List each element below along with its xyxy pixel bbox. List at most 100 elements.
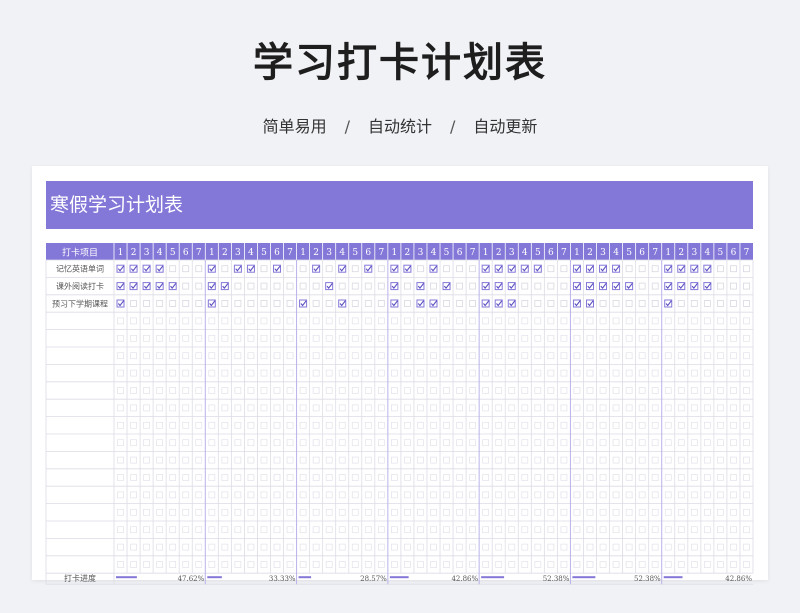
checkbox-empty[interactable] xyxy=(664,456,672,464)
checkbox-empty[interactable] xyxy=(247,387,255,394)
checkbox-empty[interactable] xyxy=(312,369,320,377)
checkbox-empty[interactable] xyxy=(443,404,450,412)
checkbox-empty[interactable] xyxy=(730,491,737,499)
checkbox-empty[interactable] xyxy=(508,474,516,481)
checkbox-empty[interactable] xyxy=(117,456,124,464)
checkbox-empty[interactable] xyxy=(443,334,450,342)
checkbox-empty[interactable] xyxy=(273,491,281,499)
checkbox-empty[interactable] xyxy=(716,300,724,307)
checkbox-empty[interactable] xyxy=(364,456,372,464)
checkbox-empty[interactable] xyxy=(625,265,633,273)
checkbox-empty[interactable] xyxy=(299,334,307,342)
checkbox-empty[interactable] xyxy=(625,526,633,534)
checkbox-empty[interactable] xyxy=(325,404,333,412)
checkbox-empty[interactable] xyxy=(443,352,450,360)
checkbox-empty[interactable] xyxy=(482,491,490,499)
checkbox-empty[interactable] xyxy=(143,300,151,307)
checkbox-empty[interactable] xyxy=(599,543,607,551)
checkbox-empty[interactable] xyxy=(208,352,216,360)
checkbox-empty[interactable] xyxy=(521,300,529,307)
checkbox-empty[interactable] xyxy=(482,334,490,342)
checkbox-empty[interactable] xyxy=(208,491,216,499)
checkbox-empty[interactable] xyxy=(195,561,203,568)
checkbox-empty[interactable] xyxy=(260,491,268,499)
checkbox-empty[interactable] xyxy=(364,387,372,394)
checkbox-empty[interactable] xyxy=(508,421,516,429)
checkbox-empty[interactable] xyxy=(743,421,750,429)
checkbox-empty[interactable] xyxy=(547,334,555,342)
checkbox-empty[interactable] xyxy=(638,439,646,447)
checkbox-empty[interactable] xyxy=(312,456,320,464)
checkbox-empty[interactable] xyxy=(625,561,633,568)
checkbox-empty[interactable] xyxy=(495,474,503,481)
checkbox-empty[interactable] xyxy=(456,352,463,360)
checkbox-empty[interactable] xyxy=(534,352,542,360)
checkbox-empty[interactable] xyxy=(456,421,463,429)
checkbox-empty[interactable] xyxy=(351,404,359,412)
checkbox-empty[interactable] xyxy=(377,474,385,481)
checkbox-empty[interactable] xyxy=(286,282,294,290)
checkbox-empty[interactable] xyxy=(364,491,372,499)
checkbox-empty[interactable] xyxy=(743,300,750,307)
checkbox-empty[interactable] xyxy=(612,352,620,360)
checkbox-empty[interactable] xyxy=(195,282,203,290)
checkbox-empty[interactable] xyxy=(651,317,659,325)
checkbox-empty[interactable] xyxy=(130,543,137,551)
checkbox-empty[interactable] xyxy=(534,421,542,429)
checkbox-empty[interactable] xyxy=(625,439,633,447)
checkbox-empty[interactable] xyxy=(704,317,711,325)
checkbox-empty[interactable] xyxy=(234,474,242,481)
checkbox-empty[interactable] xyxy=(743,265,750,273)
checkbox-empty[interactable] xyxy=(247,317,255,325)
checkbox-empty[interactable] xyxy=(143,526,150,534)
checkbox-empty[interactable] xyxy=(690,404,698,412)
checkbox-empty[interactable] xyxy=(430,404,437,412)
checkbox-empty[interactable] xyxy=(508,491,516,499)
checkbox-empty[interactable] xyxy=(156,439,163,447)
checkbox-empty[interactable] xyxy=(156,369,163,377)
checkbox-empty[interactable] xyxy=(247,526,255,534)
checkbox-empty[interactable] xyxy=(130,352,137,360)
checkbox-empty[interactable] xyxy=(625,387,633,394)
checkbox-empty[interactable] xyxy=(377,508,385,516)
checkbox-empty[interactable] xyxy=(690,526,698,534)
checkbox-empty[interactable] xyxy=(651,404,659,412)
checkbox-empty[interactable] xyxy=(521,317,529,325)
checkbox-empty[interactable] xyxy=(560,352,568,360)
checkbox-empty[interactable] xyxy=(651,352,659,360)
checkbox-empty[interactable] xyxy=(208,317,216,325)
checkbox-empty[interactable] xyxy=(664,369,672,377)
checkbox-empty[interactable] xyxy=(508,526,516,534)
checkbox-empty[interactable] xyxy=(704,561,711,568)
checkbox-empty[interactable] xyxy=(377,352,385,360)
checkbox-empty[interactable] xyxy=(717,456,724,464)
checkbox-empty[interactable] xyxy=(508,456,516,464)
checkbox-empty[interactable] xyxy=(482,369,490,377)
checkbox-empty[interactable] xyxy=(260,508,268,516)
checkbox-empty[interactable] xyxy=(195,317,203,325)
checkbox-empty[interactable] xyxy=(221,491,229,499)
checkbox-empty[interactable] xyxy=(182,369,190,377)
checkbox-empty[interactable] xyxy=(208,387,216,394)
checkbox-empty[interactable] xyxy=(469,387,476,394)
checkbox-empty[interactable] xyxy=(299,456,307,464)
checkbox-empty[interactable] xyxy=(717,387,724,394)
checkbox-empty[interactable] xyxy=(730,456,737,464)
checkbox-empty[interactable] xyxy=(560,404,568,412)
checkbox-empty[interactable] xyxy=(612,439,620,447)
checkbox-empty[interactable] xyxy=(417,352,424,360)
checkbox-empty[interactable] xyxy=(156,387,163,394)
checkbox-empty[interactable] xyxy=(612,561,620,568)
checkbox-empty[interactable] xyxy=(338,456,346,464)
checkbox-empty[interactable] xyxy=(195,439,203,447)
checkbox-empty[interactable] xyxy=(638,526,646,534)
checkbox-empty[interactable] xyxy=(560,561,568,568)
checkbox-empty[interactable] xyxy=(182,439,190,447)
checkbox-empty[interactable] xyxy=(351,526,359,534)
checkbox-empty[interactable] xyxy=(743,474,750,481)
checkbox-empty[interactable] xyxy=(351,387,359,394)
checkbox-empty[interactable] xyxy=(508,369,516,377)
checkbox-empty[interactable] xyxy=(560,421,568,429)
checkbox-empty[interactable] xyxy=(404,317,411,325)
checkbox-empty[interactable] xyxy=(143,352,150,360)
